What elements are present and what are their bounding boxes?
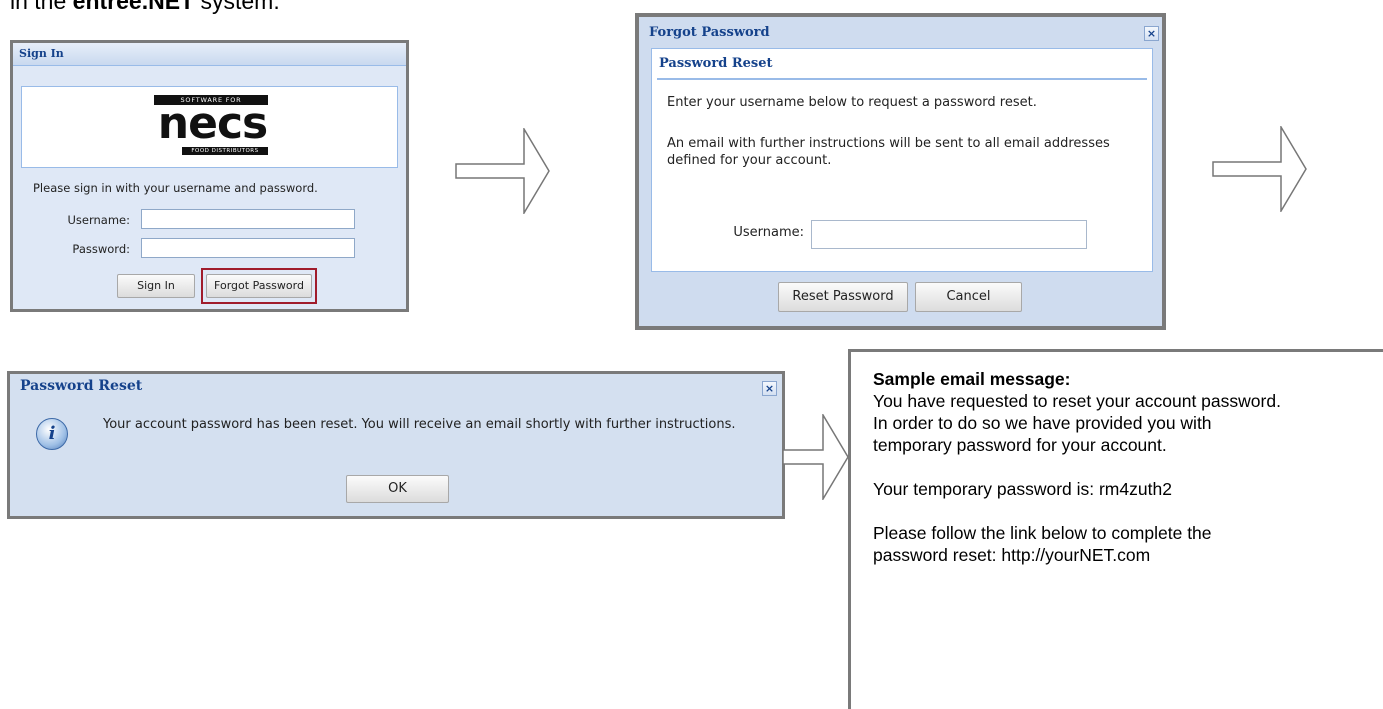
email-paragraph-1: You have requested to reset your account… xyxy=(873,391,1281,455)
signin-header: Sign In xyxy=(13,43,406,66)
close-icon[interactable]: × xyxy=(762,381,777,396)
password-reset-heading: Password Reset xyxy=(659,56,773,71)
close-icon[interactable]: × xyxy=(1144,26,1159,41)
username-label: Username: xyxy=(733,225,804,240)
password-reset-message-box: Password Reset × i Your account password… xyxy=(7,371,785,519)
arrow-right-icon xyxy=(782,414,849,500)
email-temp-password: Your temporary password is: rm4zuth2 xyxy=(873,479,1172,499)
cancel-button[interactable]: Cancel xyxy=(915,282,1022,312)
intro-suffix: system. xyxy=(194,0,280,14)
password-input[interactable] xyxy=(141,238,355,258)
email-heading: Sample email message: xyxy=(873,369,1071,389)
reset-password-button[interactable]: Reset Password xyxy=(778,282,908,312)
signin-button[interactable]: Sign In xyxy=(117,274,195,298)
forgot-dialog-title: Forgot Password xyxy=(649,25,770,40)
instruction-text: Enter your username below to request a p… xyxy=(667,95,1037,110)
logo-tagline-bottom: FOOD DISTRIBUTORS xyxy=(182,147,268,155)
signin-title: Sign In xyxy=(19,47,64,60)
message-box-title: Password Reset xyxy=(20,378,143,394)
arrow-right-icon xyxy=(455,128,550,214)
email-paragraph-link: Please follow the link below to complete… xyxy=(873,523,1212,565)
arrow-right-icon xyxy=(1212,126,1307,212)
intro-product-name: entree.NET xyxy=(72,0,195,14)
forgot-password-button[interactable]: Forgot Password xyxy=(206,274,312,298)
info-icon: i xyxy=(36,418,68,450)
heading-divider xyxy=(657,78,1147,80)
username-input[interactable] xyxy=(141,209,355,229)
logo-wordmark: necs xyxy=(157,98,268,149)
username-input[interactable] xyxy=(811,220,1087,249)
sample-email-content: Sample email message: You have requested… xyxy=(873,368,1283,566)
forgot-password-dialog: Forgot Password × Password Reset Enter y… xyxy=(635,13,1166,330)
forgot-dialog-body: Password Reset Enter your username below… xyxy=(651,48,1153,272)
ok-button[interactable]: OK xyxy=(346,475,449,503)
necs-logo: SOFTWARE FOR necs FOOD DISTRIBUTORS xyxy=(21,86,398,168)
intro-text: in the entree.NET system. xyxy=(10,0,280,15)
signin-prompt: Please sign in with your username and pa… xyxy=(33,181,318,195)
email-notice-text: An email with further instructions will … xyxy=(667,136,1110,168)
signin-panel: Sign In SOFTWARE FOR necs FOOD DISTRIBUT… xyxy=(10,40,409,312)
password-label: Password: xyxy=(72,242,130,256)
intro-prefix: in the xyxy=(10,0,73,14)
sample-email-box: Sample email message: You have requested… xyxy=(848,349,1383,709)
username-label: Username: xyxy=(67,213,131,227)
reset-confirmation-message: Your account password has been reset. Yo… xyxy=(103,417,736,432)
